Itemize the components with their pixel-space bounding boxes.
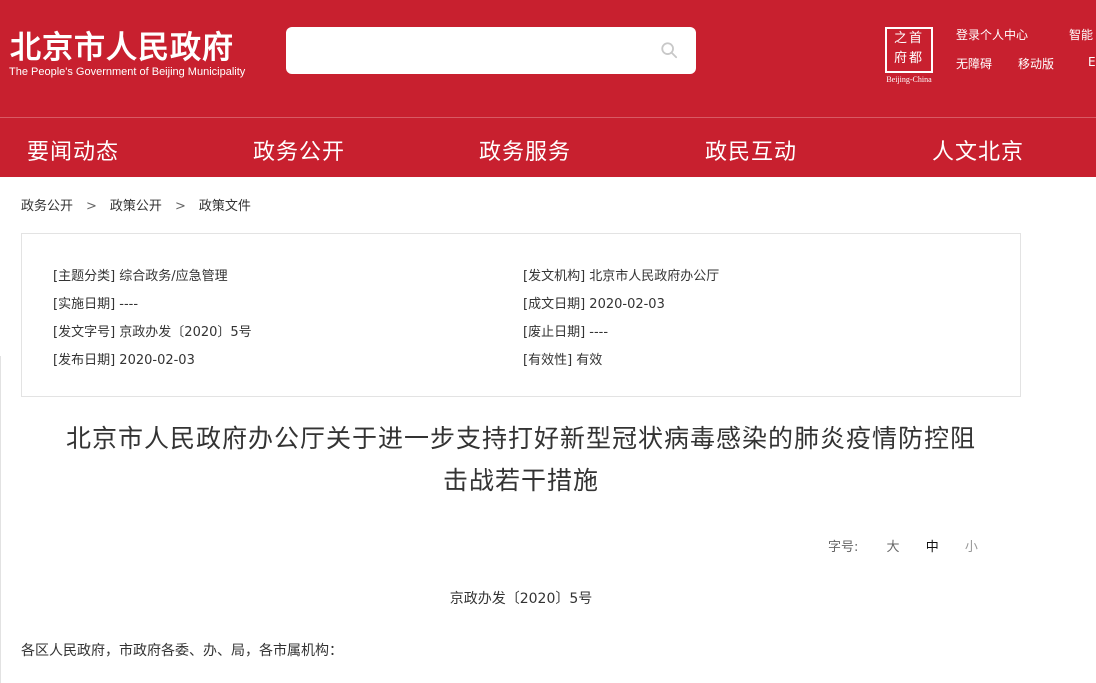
meta-label: [主题分类] [53,269,116,284]
meta-value: 京政办发〔2020〕5号 [119,325,252,340]
font-size-medium[interactable]: 中 [926,536,939,555]
search-icon[interactable] [660,41,678,59]
meta-doc-number: [发文字号] 京政办发〔2020〕5号 [53,321,252,340]
document-title: 北京市人民政府办公厅关于进一步支持打好新型冠状病毒感染的肺炎疫情防控阻 击战若干… [21,418,1021,502]
mobile-link[interactable]: 移动版 [1018,55,1054,72]
meta-repeal-date: [废止日期] ---- [523,321,608,340]
nav-item-culture[interactable]: 人文北京 [932,134,1024,166]
meta-label: [成文日期] [523,297,586,312]
meta-validity: [有效性] 有效 [523,349,602,368]
meta-written-date: [成文日期] 2020-02-03 [523,293,665,312]
login-link[interactable]: 登录个人中心 [956,26,1028,43]
meta-value: 2020-02-03 [119,353,195,368]
nav-item-news[interactable]: 要闻动态 [27,134,119,166]
site-header: 北京市人民政府 The People's Government of Beiji… [0,0,1096,117]
document-title-line: 北京市人民政府办公厅关于进一步支持打好新型冠状病毒感染的肺炎疫情防控阻 [65,424,976,453]
meta-issuer: [发文机构] 北京市人民政府办公厅 [523,265,719,284]
meta-value: 综合政务/应急管理 [119,269,228,284]
meta-label: [实施日期] [53,297,116,312]
meta-publish-date: [发布日期] 2020-02-03 [53,349,195,368]
emblem-chars: 之首 府都 [893,31,924,66]
font-size-label: 字号: [828,540,859,555]
breadcrumb-item[interactable]: 政策文件 [199,195,251,214]
meta-label: [有效性] [523,353,573,368]
chevron-right-icon: > [86,199,97,214]
font-size-selector: 字号: 大 中 小 [828,536,978,555]
meta-value: 2020-02-03 [589,297,665,312]
nav-item-gov-affairs[interactable]: 政务公开 [253,134,345,166]
breadcrumb-item[interactable]: 政策公开 [110,195,162,214]
meta-value: ---- [119,297,139,312]
breadcrumb: 政务公开 > 政策公开 > 政策文件 [21,195,251,214]
meta-label: [发文机构] [523,269,586,284]
search-input[interactable] [286,27,696,74]
meta-value: ---- [589,325,609,340]
site-logo-subtitle[interactable]: The People's Government of Beijing Munic… [9,66,245,78]
font-size-small[interactable]: 小 [965,536,978,555]
meta-value: 有效 [576,353,603,368]
meta-label: [发布日期] [53,353,116,368]
english-link[interactable]: E [1088,55,1096,69]
main-nav: 要闻动态 政务公开 政务服务 政民互动 人文北京 [0,117,1096,177]
capital-emblem: 之首 府都 Beijing-China [882,27,936,85]
document-metadata: [主题分类] 综合政务/应急管理 [实施日期] ---- [发文字号] 京政办发… [21,233,1021,397]
document-recipients: 各区人民政府，市政府各委、办、局，各市属机构： [21,643,343,659]
meta-effective-date: [实施日期] ---- [53,293,138,312]
meta-label: [废止日期] [523,325,586,340]
nav-item-interaction[interactable]: 政民互动 [705,134,797,166]
emblem-caption: Beijing-China [886,75,932,84]
nav-item-services[interactable]: 政务服务 [479,134,571,166]
accessible-link[interactable]: 无障碍 [956,55,992,72]
document-title-line: 击战若干措施 [442,466,599,495]
document-number: 京政办发〔2020〕5号 [449,591,593,607]
font-size-large[interactable]: 大 [887,536,900,555]
site-logo-title[interactable]: 北京市人民政府 [10,22,234,67]
meta-topic: [主题分类] 综合政务/应急管理 [53,265,228,284]
smart-link[interactable]: 智能 [1069,26,1093,43]
chevron-right-icon: > [174,199,186,214]
divider [0,356,1,683]
breadcrumb-item[interactable]: 政务公开 [21,195,73,214]
meta-value: 北京市人民政府办公厅 [589,269,720,284]
meta-label: [发文字号] [53,325,116,340]
